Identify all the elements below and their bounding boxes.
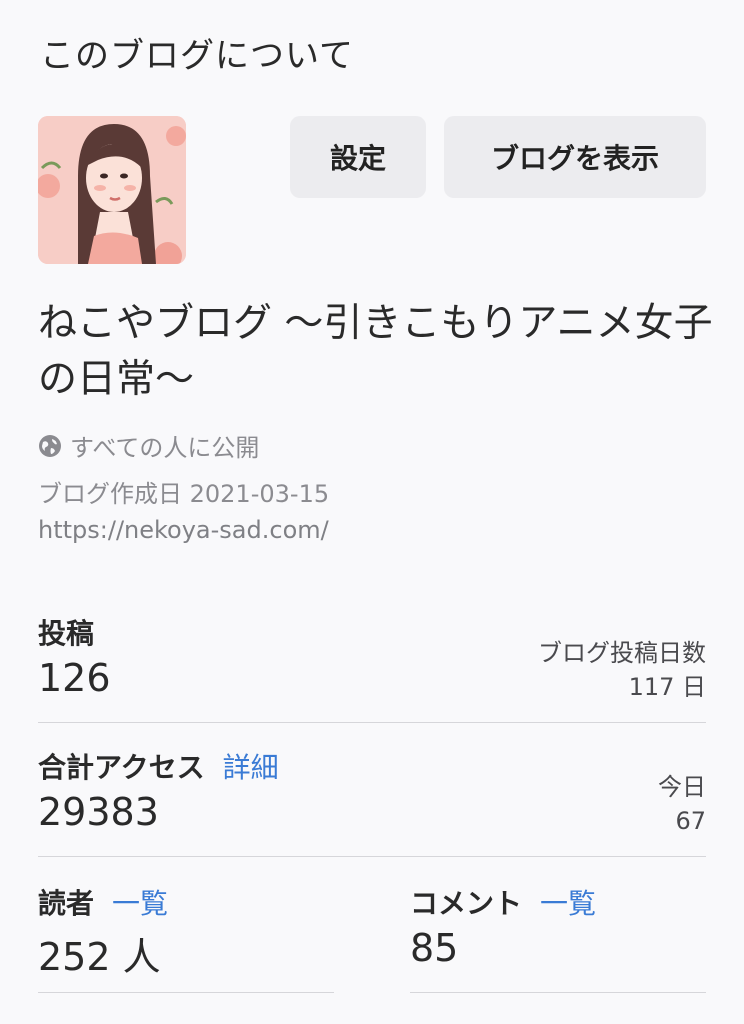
readers-label: 読者 一覧: [38, 882, 168, 922]
access-detail-link[interactable]: 詳細: [223, 746, 279, 786]
blog-avatar: [38, 116, 186, 264]
divider: [38, 856, 706, 857]
access-value: 29383: [38, 790, 159, 834]
posts-label-text: 投稿: [38, 617, 95, 650]
comments-label: コメント 一覧: [410, 882, 596, 922]
visibility-text: すべての人に公開: [70, 434, 260, 462]
access-label: 合計アクセス 詳細: [38, 746, 279, 786]
posting-days: ブログ投稿日数 117 日: [538, 636, 706, 704]
today-label: 今日: [658, 773, 706, 801]
settings-button[interactable]: 設定: [290, 116, 426, 198]
divider: [38, 992, 334, 993]
today-access: 今日 67: [658, 770, 706, 838]
posts-value: 126: [38, 656, 111, 700]
avatar-illustration: [38, 116, 186, 264]
posting-days-label: ブログ投稿日数: [538, 639, 706, 667]
readers-label-text: 読者: [38, 887, 95, 920]
blog-url[interactable]: https://nekoya-sad.com/: [38, 516, 329, 544]
created-date: ブログ作成日 2021-03-15: [38, 480, 330, 508]
posting-days-value: 117 日: [628, 673, 706, 701]
readers-list-link[interactable]: 一覧: [112, 882, 168, 922]
divider: [38, 722, 706, 723]
divider: [410, 992, 706, 993]
visibility-row: すべての人に公開: [38, 428, 259, 463]
readers-value: 252 人: [38, 935, 161, 979]
comments-list-link[interactable]: 一覧: [540, 882, 596, 922]
comments-label-text: コメント: [410, 887, 523, 920]
access-label-text: 合計アクセス: [38, 751, 205, 784]
comments-value: 85: [410, 926, 459, 970]
globe-icon: [38, 434, 62, 458]
blog-title: ねこやブログ 〜引きこもりアニメ女子の日常〜: [38, 301, 713, 402]
page-title: このブログについて: [40, 36, 354, 76]
posts-label: 投稿: [38, 612, 94, 652]
view-blog-button[interactable]: ブログを表示: [444, 116, 706, 198]
today-value: 67: [675, 807, 706, 835]
